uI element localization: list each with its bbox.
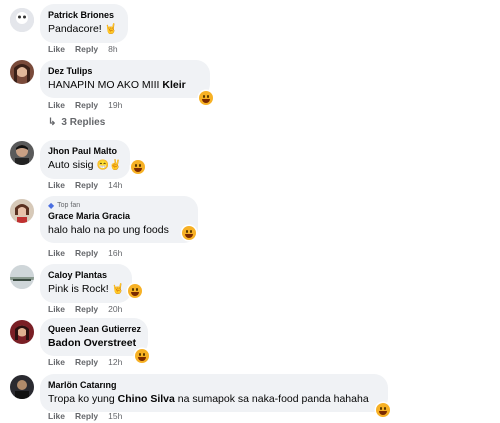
like-button[interactable]: Like xyxy=(48,180,65,190)
comment-author[interactable]: Jhon Paul Malto xyxy=(48,145,120,157)
comment-time[interactable]: 8h xyxy=(108,44,117,54)
comment-actions: Like Reply 15h xyxy=(48,411,122,421)
like-button[interactable]: Like xyxy=(48,304,65,314)
comment-actions: Like Reply 14h xyxy=(48,180,122,190)
comment-author[interactable]: Grace Maria Gracia xyxy=(48,210,188,222)
comment-text: Badon Overstreet xyxy=(48,336,138,350)
rock-hand-emoji: 🤘 xyxy=(111,284,125,295)
comment-bubble: Queen Jean Gutierrez Badon Overstreet xyxy=(40,318,148,356)
haha-reaction-icon[interactable] xyxy=(199,91,213,105)
like-button[interactable]: Like xyxy=(48,411,65,421)
reply-button[interactable]: Reply xyxy=(75,357,98,367)
reply-button[interactable]: Reply xyxy=(75,304,98,314)
comment-text: Auto sisig 😁✌ xyxy=(48,159,122,171)
rock-hand-emoji: 🤘 xyxy=(104,24,118,35)
comment-bubble: ◆ Top fan Grace Maria Gracia halo halo n… xyxy=(40,196,198,243)
comment-actions: Like Reply 8h xyxy=(48,44,118,54)
grin-peace-emoji: 😁✌ xyxy=(96,160,122,171)
avatar[interactable] xyxy=(10,8,34,32)
mention-link[interactable]: Badon Overstreet xyxy=(48,337,136,349)
like-button[interactable]: Like xyxy=(48,44,65,54)
view-replies-link[interactable]: ↳ 3 Replies xyxy=(48,117,105,128)
diamond-icon: ◆ xyxy=(48,201,55,210)
comment-time[interactable]: 16h xyxy=(108,248,122,258)
comment-bubble: Caloy Plantas Pink is Rock! 🤘 xyxy=(40,264,132,303)
comment-text: HANAPIN MO AKO MIII Kleir xyxy=(48,79,186,91)
reply-arrow-icon: ↳ xyxy=(48,117,57,128)
comment-time[interactable]: 12h xyxy=(108,357,122,367)
avatar[interactable] xyxy=(10,320,34,344)
reply-button[interactable]: Reply xyxy=(75,411,98,421)
badge-label: Top fan xyxy=(57,202,81,209)
like-button[interactable]: Like xyxy=(48,357,65,367)
reply-button[interactable]: Reply xyxy=(75,180,98,190)
comment-bubble: Marlön Catarıng Tropa ko yung Chino Silv… xyxy=(40,374,388,412)
avatar[interactable] xyxy=(10,265,34,289)
like-button[interactable]: Like xyxy=(48,100,65,110)
comment-author[interactable]: Patrick Briones xyxy=(48,9,118,21)
avatar[interactable] xyxy=(10,141,34,165)
comment-actions: Like Reply 16h xyxy=(48,248,122,258)
avatar[interactable] xyxy=(10,375,34,399)
avatar[interactable] xyxy=(10,60,34,84)
comment-bubble: Jhon Paul Malto Auto sisig 😁✌ xyxy=(40,140,130,179)
haha-reaction-icon[interactable] xyxy=(376,403,390,417)
replies-label: 3 Replies xyxy=(61,117,106,128)
mention-link[interactable]: Kleir xyxy=(162,79,185,91)
comment-author[interactable]: Dez Tulips xyxy=(48,65,200,77)
haha-reaction-icon[interactable] xyxy=(135,349,149,363)
comment-actions: Like Reply 20h xyxy=(48,304,122,314)
comment-time[interactable]: 15h xyxy=(108,411,122,421)
comment-text: Pandacore! 🤘 xyxy=(48,23,118,35)
top-fan-badge[interactable]: ◆ Top fan xyxy=(48,201,188,210)
avatar[interactable] xyxy=(10,199,34,223)
comment-actions: Like Reply 19h xyxy=(48,100,122,110)
haha-reaction-icon[interactable] xyxy=(182,226,196,240)
comment-text: halo halo na po ung foods xyxy=(48,224,169,236)
haha-reaction-icon[interactable] xyxy=(128,284,142,298)
haha-reaction-icon[interactable] xyxy=(131,160,145,174)
comment-actions: Like Reply 12h xyxy=(48,357,122,367)
comment-author[interactable]: Marlön Catarıng xyxy=(48,379,378,391)
mention-link[interactable]: Chino Silva xyxy=(118,393,175,405)
comment-time[interactable]: 19h xyxy=(108,100,122,110)
comment-text: Pink is Rock! 🤘 xyxy=(48,283,125,295)
comment-text: Tropa ko yung Chino Silva na sumapok sa … xyxy=(48,393,369,405)
comment-time[interactable]: 14h xyxy=(108,180,122,190)
comment-author[interactable]: Caloy Plantas xyxy=(48,269,122,281)
comment-author[interactable]: Queen Jean Gutierrez xyxy=(48,323,141,335)
comment-bubble: Patrick Briones Pandacore! 🤘 xyxy=(40,4,128,43)
reply-button[interactable]: Reply xyxy=(75,100,98,110)
reply-button[interactable]: Reply xyxy=(75,44,98,54)
like-button[interactable]: Like xyxy=(48,248,65,258)
reply-button[interactable]: Reply xyxy=(75,248,98,258)
comment-bubble: Dez Tulips HANAPIN MO AKO MIII Kleir xyxy=(40,60,210,98)
comment-time[interactable]: 20h xyxy=(108,304,122,314)
